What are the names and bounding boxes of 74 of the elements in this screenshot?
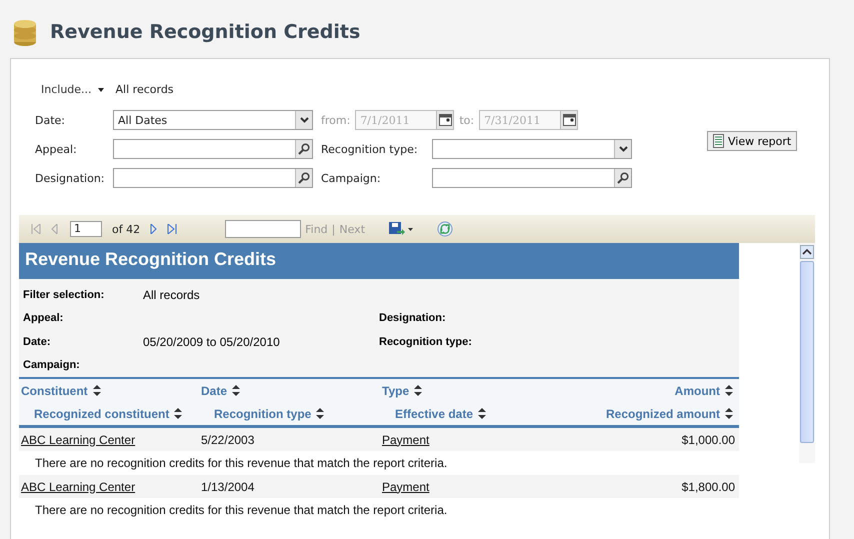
field-label: to: [459,114,474,126]
search-icon [298,172,310,184]
field-label: Campaign: [321,172,382,184]
chevron-down-icon [300,117,308,123]
include-value: All records [116,83,174,96]
type-link[interactable]: Payment [382,432,430,446]
chevron-down-icon [618,146,628,152]
page-number-field[interactable]: 1 [70,221,102,237]
sort-icon[interactable] [232,385,240,396]
table-cell-text: 5/22/2003 [201,432,256,446]
criteria-label: Recognition type: [379,336,473,348]
criteria-label: Filter selection: [23,288,106,301]
field-label: Designation: [35,172,106,184]
last-page-icon[interactable] [167,224,178,234]
column-header[interactable]: Recognition type [214,406,312,420]
page-count: of 42 [112,222,140,236]
separator: | [332,222,336,236]
next-page-icon[interactable] [150,224,158,234]
criteria-label: Designation: [379,312,447,324]
date-dropdown[interactable]: All Dates [113,110,313,130]
search-icon [298,143,310,155]
column-header[interactable]: Constituent [21,384,88,398]
criteria-value: All records [143,288,200,302]
column-header[interactable]: Recognized amount [606,406,720,420]
recognition-type-dropdown[interactable] [432,139,632,159]
scrollbar[interactable] [799,243,815,463]
criteria-label: Date: [23,336,52,348]
page-title: Revenue Recognition Credits [50,21,360,43]
type-link[interactable]: Payment [382,480,430,494]
constituent-link[interactable]: ABC Learning Center [21,432,136,446]
field-label: Date: [35,114,66,126]
criteria-label: Appeal: [23,312,64,324]
sort-icon[interactable] [725,385,733,396]
caret-icon [98,88,104,92]
search-icon [617,172,629,184]
column-header[interactable]: Effective date [395,406,474,420]
report-title: Revenue Recognition Credits [19,243,739,279]
calendar-icon [438,114,452,126]
scroll-up-icon[interactable] [800,245,814,259]
column-header[interactable]: Date [201,384,228,398]
save-icon[interactable] [389,222,414,236]
field-label: Appeal: [35,142,78,156]
sort-icon[interactable] [316,408,324,419]
table-cell-text: $1,800.00 [680,480,735,494]
column-header[interactable]: Recognized constituent [34,406,170,420]
campaign-field[interactable] [432,168,632,188]
designation-field[interactable] [113,168,313,188]
find-field[interactable] [225,220,302,238]
sort-icon[interactable] [725,408,733,419]
calendar-icon [562,114,576,126]
include-dropdown[interactable]: Include... [41,83,104,96]
find-link[interactable]: Find [305,222,328,236]
empty-message: There are no recognition credits for this revenue that match the report criteria. [34,455,448,472]
sort-icon[interactable] [92,385,101,396]
sort-icon[interactable] [174,408,182,419]
coins-icon [12,17,38,47]
field-label: Recognition type: [321,142,419,156]
criteria-value: 05/20/2009 to 05/20/2010 [143,334,280,349]
constituent-link[interactable]: ABC Learning Center [21,480,136,494]
scroll-thumb[interactable] [800,261,814,443]
table-cell-text: $1,000.00 [680,432,735,446]
appeal-field[interactable] [113,139,313,159]
sort-icon[interactable] [478,408,486,419]
table-cell-text: 1/13/2004 [201,480,256,494]
field-label: from: [321,114,350,126]
criteria-label: Campaign: [23,359,81,372]
next-link[interactable]: Next [339,222,366,236]
sort-icon[interactable] [414,385,422,396]
refresh-icon[interactable] [437,221,454,237]
report-icon [713,134,724,148]
column-header[interactable]: Type [382,384,410,398]
view-report-button[interactable]: View report [707,131,798,151]
empty-message: There are no recognition credits for this revenue that match the report criteria. [34,502,448,519]
column-header[interactable]: Amount [674,384,720,398]
